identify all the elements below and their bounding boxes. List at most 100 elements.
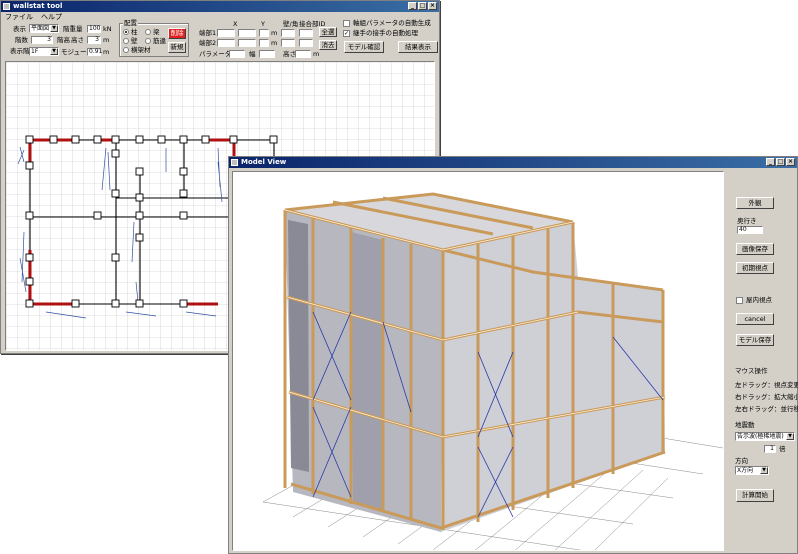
mouse-both-help: 左右ドラッグ：並行移動	[735, 405, 798, 413]
chevron-down-icon: ▼	[760, 467, 768, 474]
floor-height-label: 階高	[57, 36, 70, 44]
height2-unit: m	[313, 50, 320, 58]
height2-input[interactable]	[295, 50, 311, 58]
new-button[interactable]: 新規	[168, 42, 186, 53]
col-angle: 壁/角	[283, 20, 299, 28]
end2-unit: m	[271, 39, 278, 47]
mouse-left-help: 左ドラッグ：視点変更	[735, 381, 798, 389]
radio-wall[interactable]	[123, 38, 129, 44]
menu-file[interactable]: ファイル	[5, 12, 33, 22]
minimize-button[interactable]: _	[408, 2, 417, 10]
model-title-bar: Model View _ □ ×	[229, 157, 797, 168]
weight-input[interactable]: 100	[87, 25, 101, 33]
radio-column-label: 柱	[131, 28, 138, 36]
delete-button[interactable]: 削除	[168, 28, 186, 39]
radio-beam-label: 梁	[153, 28, 160, 36]
initial-view-button[interactable]: 初期視点	[736, 262, 774, 274]
maximize-button[interactable]: □	[776, 158, 785, 166]
end2-x[interactable]	[217, 39, 235, 47]
end1-y[interactable]	[238, 29, 256, 37]
auto-param-checkbox[interactable]	[343, 20, 350, 27]
house-frame-model	[262, 192, 723, 550]
end1-x[interactable]	[217, 29, 235, 37]
app-icon	[3, 3, 10, 10]
result-button[interactable]: 結果表示	[398, 41, 438, 53]
end1-label: 端部1	[199, 29, 217, 37]
minimize-button[interactable]: _	[766, 158, 775, 166]
model-window-title: Model View	[241, 158, 287, 166]
close-button[interactable]: ×	[786, 158, 795, 166]
inner-view-checkbox[interactable]	[736, 297, 743, 304]
radio-beam[interactable]	[145, 29, 151, 35]
end2-z[interactable]	[259, 39, 269, 47]
col-x: X	[233, 20, 238, 28]
width-input[interactable]	[259, 50, 275, 58]
model-check-button[interactable]: モデル確認	[344, 41, 384, 53]
multiplier-unit: 倍	[779, 445, 786, 453]
multiplier-input[interactable]: 1	[764, 445, 776, 453]
auto-joint-checkbox[interactable]: ✓	[343, 30, 350, 37]
end1-angle[interactable]	[281, 29, 295, 37]
depth-input[interactable]: 40	[737, 226, 763, 234]
mouse-title: マウス操作	[735, 367, 768, 375]
placement-label: 配置	[123, 19, 138, 27]
col-y: Y	[261, 20, 265, 28]
cancel-button[interactable]: cancel	[736, 313, 774, 325]
end1-z[interactable]	[259, 29, 269, 37]
model-view-window: Model View _ □ × 外観 奥行き 40 画像保存 初期視点 屋内視…	[228, 156, 798, 554]
app-icon	[231, 159, 238, 166]
display-floor-label: 表示階	[10, 47, 30, 55]
maximize-button[interactable]: □	[418, 2, 427, 10]
auto-param-label: 軸組パラメータの自動生成	[353, 19, 431, 27]
radio-other[interactable]	[123, 47, 129, 53]
radio-wall-label: 壁	[131, 37, 138, 45]
radio-brace-label: 筋違	[153, 37, 166, 45]
save-image-button[interactable]: 画像保存	[736, 243, 774, 255]
module-input[interactable]: 0.91	[87, 48, 102, 56]
ground-motion-select[interactable]: 告示波(極稀地震) ▼	[735, 432, 795, 441]
clear-button[interactable]: 消去	[319, 40, 337, 50]
chevron-down-icon: ▼	[50, 48, 58, 55]
ground-label: 地震動	[735, 421, 755, 429]
chevron-down-icon: ▼	[50, 25, 58, 32]
close-button[interactable]: ×	[428, 2, 437, 10]
height-input[interactable]: 3	[87, 36, 101, 44]
end2-y[interactable]	[238, 39, 256, 47]
start-calc-button[interactable]: 計算開始	[736, 489, 774, 502]
height-unit: m	[103, 36, 110, 44]
end1-joint[interactable]	[299, 29, 313, 37]
display-select-value: 平面図	[31, 25, 50, 32]
direction-value: X方向	[737, 467, 754, 474]
radio-column[interactable]	[123, 29, 129, 35]
radio-other-label: 横架材	[131, 46, 151, 54]
exterior-button[interactable]: 外観	[736, 197, 774, 209]
display-floor-value: 1F	[31, 48, 39, 55]
end2-angle[interactable]	[281, 39, 295, 47]
display-select[interactable]: 平面図 ▼	[29, 24, 59, 33]
inner-view-label: 屋内視点	[746, 296, 772, 304]
all-button[interactable]: 全選	[319, 27, 337, 37]
end2-label: 端部2	[199, 39, 217, 47]
param-id-input[interactable]	[229, 50, 245, 58]
direction-label: 方向	[735, 457, 748, 465]
display-floor-select[interactable]: 1F ▼	[29, 47, 59, 56]
save-model-button[interactable]: モデル保存	[736, 334, 774, 346]
menu-help[interactable]: ヘルプ	[41, 12, 62, 22]
chevron-down-icon: ▼	[786, 433, 794, 440]
wall-window-title: wallstat tool	[13, 2, 63, 10]
3d-viewport[interactable]	[232, 171, 724, 551]
ground-motion-value: 告示波(極稀地震)	[737, 433, 784, 440]
mouse-right-help: 右ドラッグ：拡大縮小	[735, 393, 798, 401]
auto-joint-label: 継手の接手の自動処理	[353, 29, 418, 37]
floors-input[interactable]: 3	[31, 36, 53, 44]
wall-title-bar: wallstat tool _ □ ×	[1, 1, 439, 12]
module-unit: m	[103, 48, 110, 56]
end2-joint[interactable]	[299, 39, 313, 47]
floors-label: 階数	[15, 36, 28, 44]
display-label: 表示	[13, 25, 26, 33]
depth-label: 奥行き	[737, 217, 757, 225]
radio-brace[interactable]	[145, 38, 151, 44]
end1-unit: m	[271, 29, 278, 37]
direction-select[interactable]: X方向 ▼	[735, 466, 769, 475]
width-label: 幅	[249, 50, 256, 58]
